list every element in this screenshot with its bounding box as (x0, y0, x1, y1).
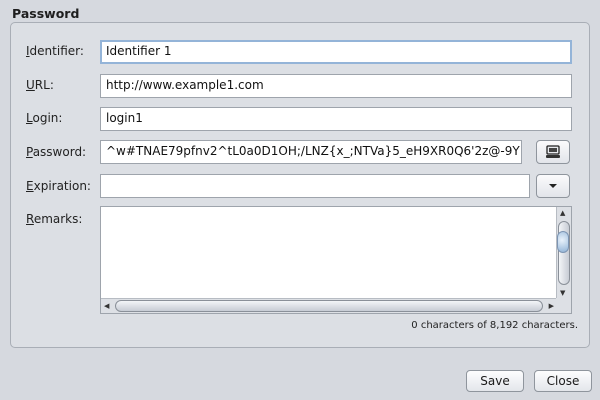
character-count: 0 characters of 8,192 characters. (411, 320, 578, 331)
identifier-field[interactable]: Identifier 1 (100, 40, 572, 64)
scroll-down-icon[interactable]: ▼ (560, 289, 565, 297)
close-button[interactable]: Close (534, 370, 592, 392)
expiration-field[interactable] (100, 174, 530, 198)
remarks-vertical-scrollbar[interactable]: ▲ ▼ (556, 207, 571, 299)
url-label: URL: (26, 78, 54, 92)
horizontal-scroll-thumb[interactable] (115, 300, 543, 312)
remarks-horizontal-scrollbar[interactable]: ◀ ▶ (101, 298, 557, 313)
login-field[interactable]: login1 (100, 107, 572, 131)
vertical-scroll-grip[interactable] (557, 231, 569, 253)
chevron-down-icon (549, 184, 557, 188)
scrollbar-corner (556, 298, 571, 313)
url-field[interactable]: http://www.example1.com (100, 74, 572, 98)
password-keyboard-button[interactable] (536, 140, 570, 164)
expiration-label: Expiration: (26, 179, 91, 193)
scroll-left-icon[interactable]: ◀ (104, 302, 109, 310)
scroll-right-icon[interactable]: ▶ (549, 302, 554, 310)
password-field[interactable]: ^w#TNAE79pfnv2^tL0a0D1OH;/LNZ{x_;NTVa}5_… (100, 140, 522, 164)
remarks-textarea[interactable]: ▲ ▼ ◀ ▶ (100, 206, 572, 314)
password-label: Password: (26, 145, 87, 159)
expiration-dropdown-button[interactable] (536, 174, 570, 198)
identifier-label: Identifier: (26, 44, 84, 58)
login-label: Login: (26, 111, 63, 125)
remarks-label: Remarks: (26, 212, 83, 226)
keyboard-icon (546, 145, 560, 158)
scroll-up-icon[interactable]: ▲ (560, 209, 565, 217)
save-button[interactable]: Save (466, 370, 524, 392)
section-title: Password (12, 6, 80, 21)
